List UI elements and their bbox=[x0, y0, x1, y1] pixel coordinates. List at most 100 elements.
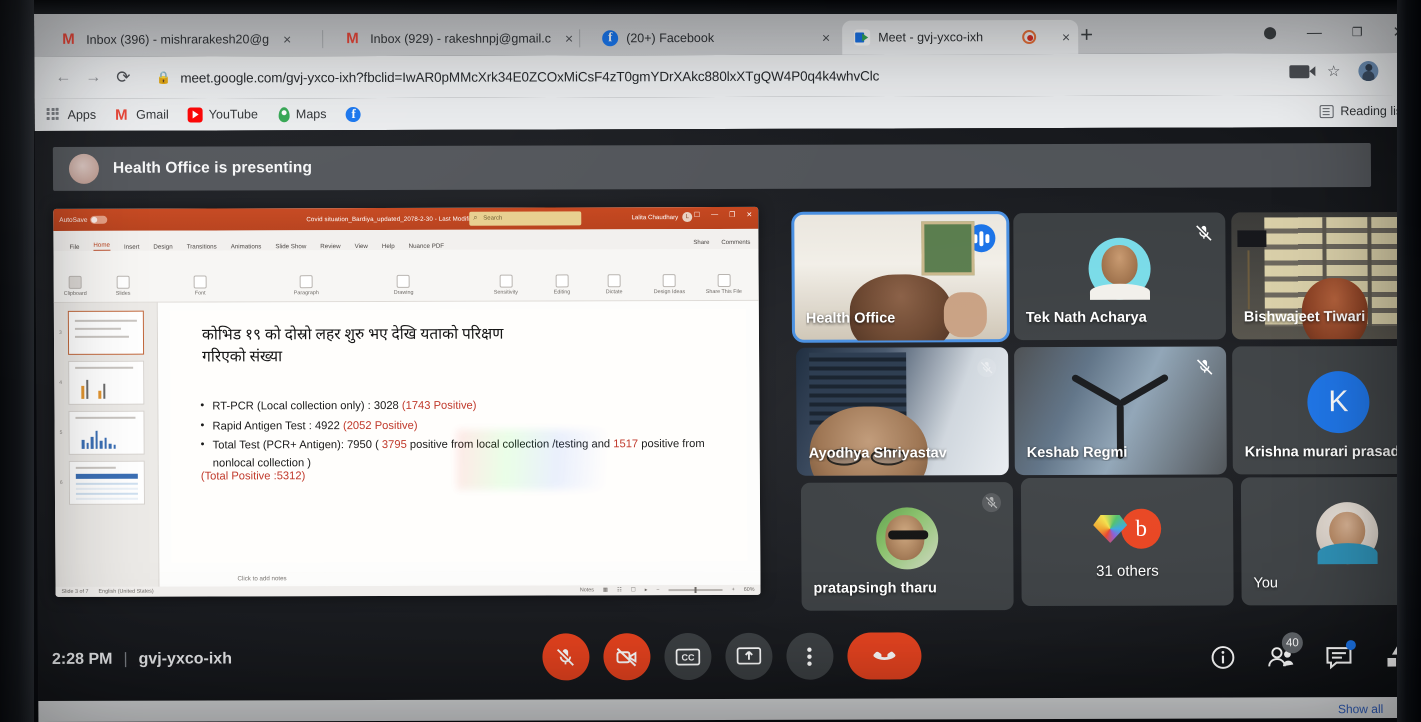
ppt-restore-button[interactable]: ❐ bbox=[729, 211, 735, 219]
ppt-close-button[interactable]: ✕ bbox=[746, 211, 752, 219]
zoom-in-button[interactable]: + bbox=[732, 587, 735, 593]
gmail-icon bbox=[115, 107, 130, 122]
browser-tab-3[interactable]: Meet - gvj-yxco-ixh × bbox=[842, 19, 1079, 55]
participant-tile-bishwajeet-tiwari[interactable]: Bishwajeet Tiwari bbox=[1231, 211, 1421, 340]
new-slide-icon[interactable] bbox=[116, 275, 130, 289]
slide-sorter-icon[interactable]: ☷ bbox=[617, 587, 622, 593]
paragraph-icon[interactable] bbox=[299, 275, 313, 289]
participant-tile-grid: Health Office Tek Nath Acharya Bishwajee… bbox=[773, 205, 1421, 625]
bookmark-maps[interactable]: Maps bbox=[277, 106, 327, 122]
slide-editing-area[interactable]: कोभिड १९ को दोस्रो लहर शुरु भए देखि यताक… bbox=[157, 300, 761, 573]
browser-tab-1[interactable]: Inbox (929) - rakeshnpj@gmail.c × bbox=[334, 21, 584, 56]
profile-avatar[interactable] bbox=[1358, 61, 1379, 82]
chat-button[interactable] bbox=[1323, 640, 1356, 673]
tab-title: Inbox (396) - mishrarakesh20@g bbox=[86, 32, 270, 47]
participant-tile-pratapsingh-tharu[interactable]: pratapsingh tharu bbox=[800, 482, 1014, 611]
hang-up-icon bbox=[872, 651, 895, 660]
bookmark-youtube[interactable]: YouTube bbox=[187, 106, 258, 123]
maximize-button[interactable]: ❐ bbox=[1352, 25, 1363, 39]
participant-tile-krishna-murari-prasad[interactable]: K Krishna murari prasad ... bbox=[1232, 345, 1421, 475]
participant-tile-ayodhya-shriyastav[interactable]: Ayodhya Shriyastav bbox=[796, 347, 1009, 476]
maps-pin-icon bbox=[278, 106, 290, 122]
share-button[interactable]: Share bbox=[693, 240, 709, 246]
ppt-user[interactable]: Lalita Chaudhary L bbox=[631, 212, 693, 223]
shared-screen-powerpoint[interactable]: AutoSave Covid situation_Bardiya_updated… bbox=[53, 206, 761, 597]
monitor-bezel-right bbox=[1397, 0, 1421, 722]
back-button[interactable]: ← bbox=[48, 69, 78, 87]
closed-captions-icon: CC bbox=[675, 648, 700, 665]
ppt-search-input[interactable]: Search bbox=[469, 211, 582, 226]
ribbon-tab-help[interactable]: Help bbox=[382, 243, 395, 250]
reading-list-button[interactable]: Reading list bbox=[1319, 104, 1406, 118]
slide-thumbnail[interactable]: 4 bbox=[59, 360, 145, 405]
slideshow-icon[interactable]: ▸ bbox=[645, 587, 648, 593]
drawing-icon[interactable] bbox=[396, 274, 411, 288]
editing-icon[interactable] bbox=[555, 274, 569, 288]
zoom-out-button[interactable]: − bbox=[656, 587, 659, 593]
show-all-downloads-link[interactable]: Show all bbox=[1338, 702, 1383, 716]
bookmark-star-icon[interactable]: ☆ bbox=[1327, 62, 1341, 80]
window-extra-icon[interactable]: ⬤ bbox=[1263, 25, 1277, 39]
comments-button[interactable]: Comments bbox=[721, 240, 750, 246]
autosave-toggle[interactable]: AutoSave bbox=[59, 215, 108, 224]
ribbon-tab-view[interactable]: View bbox=[355, 243, 368, 250]
bookmark-apps[interactable]: Apps bbox=[46, 107, 97, 122]
new-tab-button[interactable]: + bbox=[1080, 22, 1093, 48]
font-icon[interactable] bbox=[193, 275, 207, 289]
show-everyone-button[interactable]: 40 bbox=[1265, 632, 1303, 673]
slide-thumbnail[interactable]: 5 bbox=[60, 410, 145, 455]
bullet-text: Total Test (PCR+ Antigen): 7950 ( bbox=[212, 439, 382, 452]
browser-tab-2[interactable]: (20+) Facebook × bbox=[590, 21, 838, 56]
close-icon[interactable]: × bbox=[1062, 29, 1070, 45]
clipboard-icon[interactable] bbox=[68, 275, 82, 289]
ribbon-tab-home[interactable]: Home bbox=[93, 241, 110, 251]
meeting-details-button[interactable] bbox=[1207, 641, 1239, 673]
participant-tile-health-office[interactable]: Health Office bbox=[791, 211, 1011, 343]
participant-name: You bbox=[1253, 575, 1279, 592]
ribbon-tab-insert[interactable]: Insert bbox=[124, 244, 140, 251]
reload-button[interactable]: ⟳ bbox=[108, 68, 138, 88]
normal-view-icon[interactable]: ▦ bbox=[603, 587, 608, 593]
participant-count-badge: 40 bbox=[1281, 632, 1303, 654]
ppt-ribbon-display-icon[interactable]: ☐ bbox=[694, 211, 700, 219]
slide-thumbnail[interactable]: 6 bbox=[60, 460, 146, 505]
notes-button[interactable]: Notes bbox=[580, 587, 594, 593]
dictate-icon[interactable] bbox=[607, 274, 621, 288]
captions-button[interactable]: CC bbox=[663, 632, 712, 681]
ribbon-tab-file[interactable]: File bbox=[69, 244, 79, 251]
ribbon-tab-design[interactable]: Design bbox=[153, 244, 172, 251]
zoom-slider[interactable] bbox=[668, 589, 723, 591]
close-icon[interactable]: × bbox=[565, 30, 573, 46]
ppt-minimize-button[interactable]: — bbox=[711, 211, 718, 219]
participant-tile-you[interactable]: You bbox=[1240, 476, 1421, 606]
more-options-button[interactable] bbox=[785, 632, 834, 680]
camera-off-button[interactable] bbox=[602, 633, 651, 681]
camera-blocked-icon[interactable] bbox=[1288, 64, 1309, 78]
bookmark-facebook[interactable] bbox=[345, 106, 366, 122]
avatar-initial: K bbox=[1328, 385, 1349, 419]
reading-view-icon[interactable]: ☐ bbox=[631, 587, 636, 593]
browser-tab-0[interactable]: Inbox (396) - mishrarakesh20@g × bbox=[50, 22, 302, 57]
slide-thumbnail-pane[interactable]: 3 4 5 6 bbox=[53, 302, 160, 597]
toggle-icon[interactable] bbox=[90, 215, 108, 224]
microphone-off-button[interactable] bbox=[541, 633, 590, 681]
minimize-button[interactable]: — bbox=[1307, 24, 1322, 41]
close-icon[interactable]: × bbox=[283, 31, 291, 47]
participant-tile-keshab-regmi[interactable]: Keshab Regmi bbox=[1014, 346, 1227, 476]
present-now-button[interactable] bbox=[724, 632, 773, 680]
powerpoint-status-bar: Slide 3 of 7 English (United States) Not… bbox=[55, 584, 761, 597]
forward-button[interactable]: → bbox=[78, 69, 108, 87]
sensitivity-icon[interactable] bbox=[499, 274, 513, 288]
close-icon[interactable]: × bbox=[822, 30, 830, 46]
participant-tile-tek-nath-acharya[interactable]: Tek Nath Acharya bbox=[1013, 212, 1227, 341]
slide-thumbnail[interactable]: 3 bbox=[59, 310, 145, 355]
address-bar[interactable]: 🔒 meet.google.com/gvj-yxco-ixh?fbclid=Iw… bbox=[156, 60, 1246, 91]
bookmark-gmail[interactable]: Gmail bbox=[115, 107, 169, 122]
design-ideas-icon[interactable] bbox=[662, 274, 676, 288]
share-file-icon[interactable] bbox=[717, 273, 731, 287]
tab-divider bbox=[579, 29, 581, 48]
slide-canvas[interactable]: कोभिड १९ को दोस्रो लहर शुरु भए देखि यताक… bbox=[169, 308, 748, 563]
participant-tile-others[interactable]: b 31 others bbox=[1020, 477, 1234, 607]
leave-call-button[interactable] bbox=[846, 632, 922, 680]
ribbon-tab-review[interactable]: Review bbox=[320, 243, 340, 250]
